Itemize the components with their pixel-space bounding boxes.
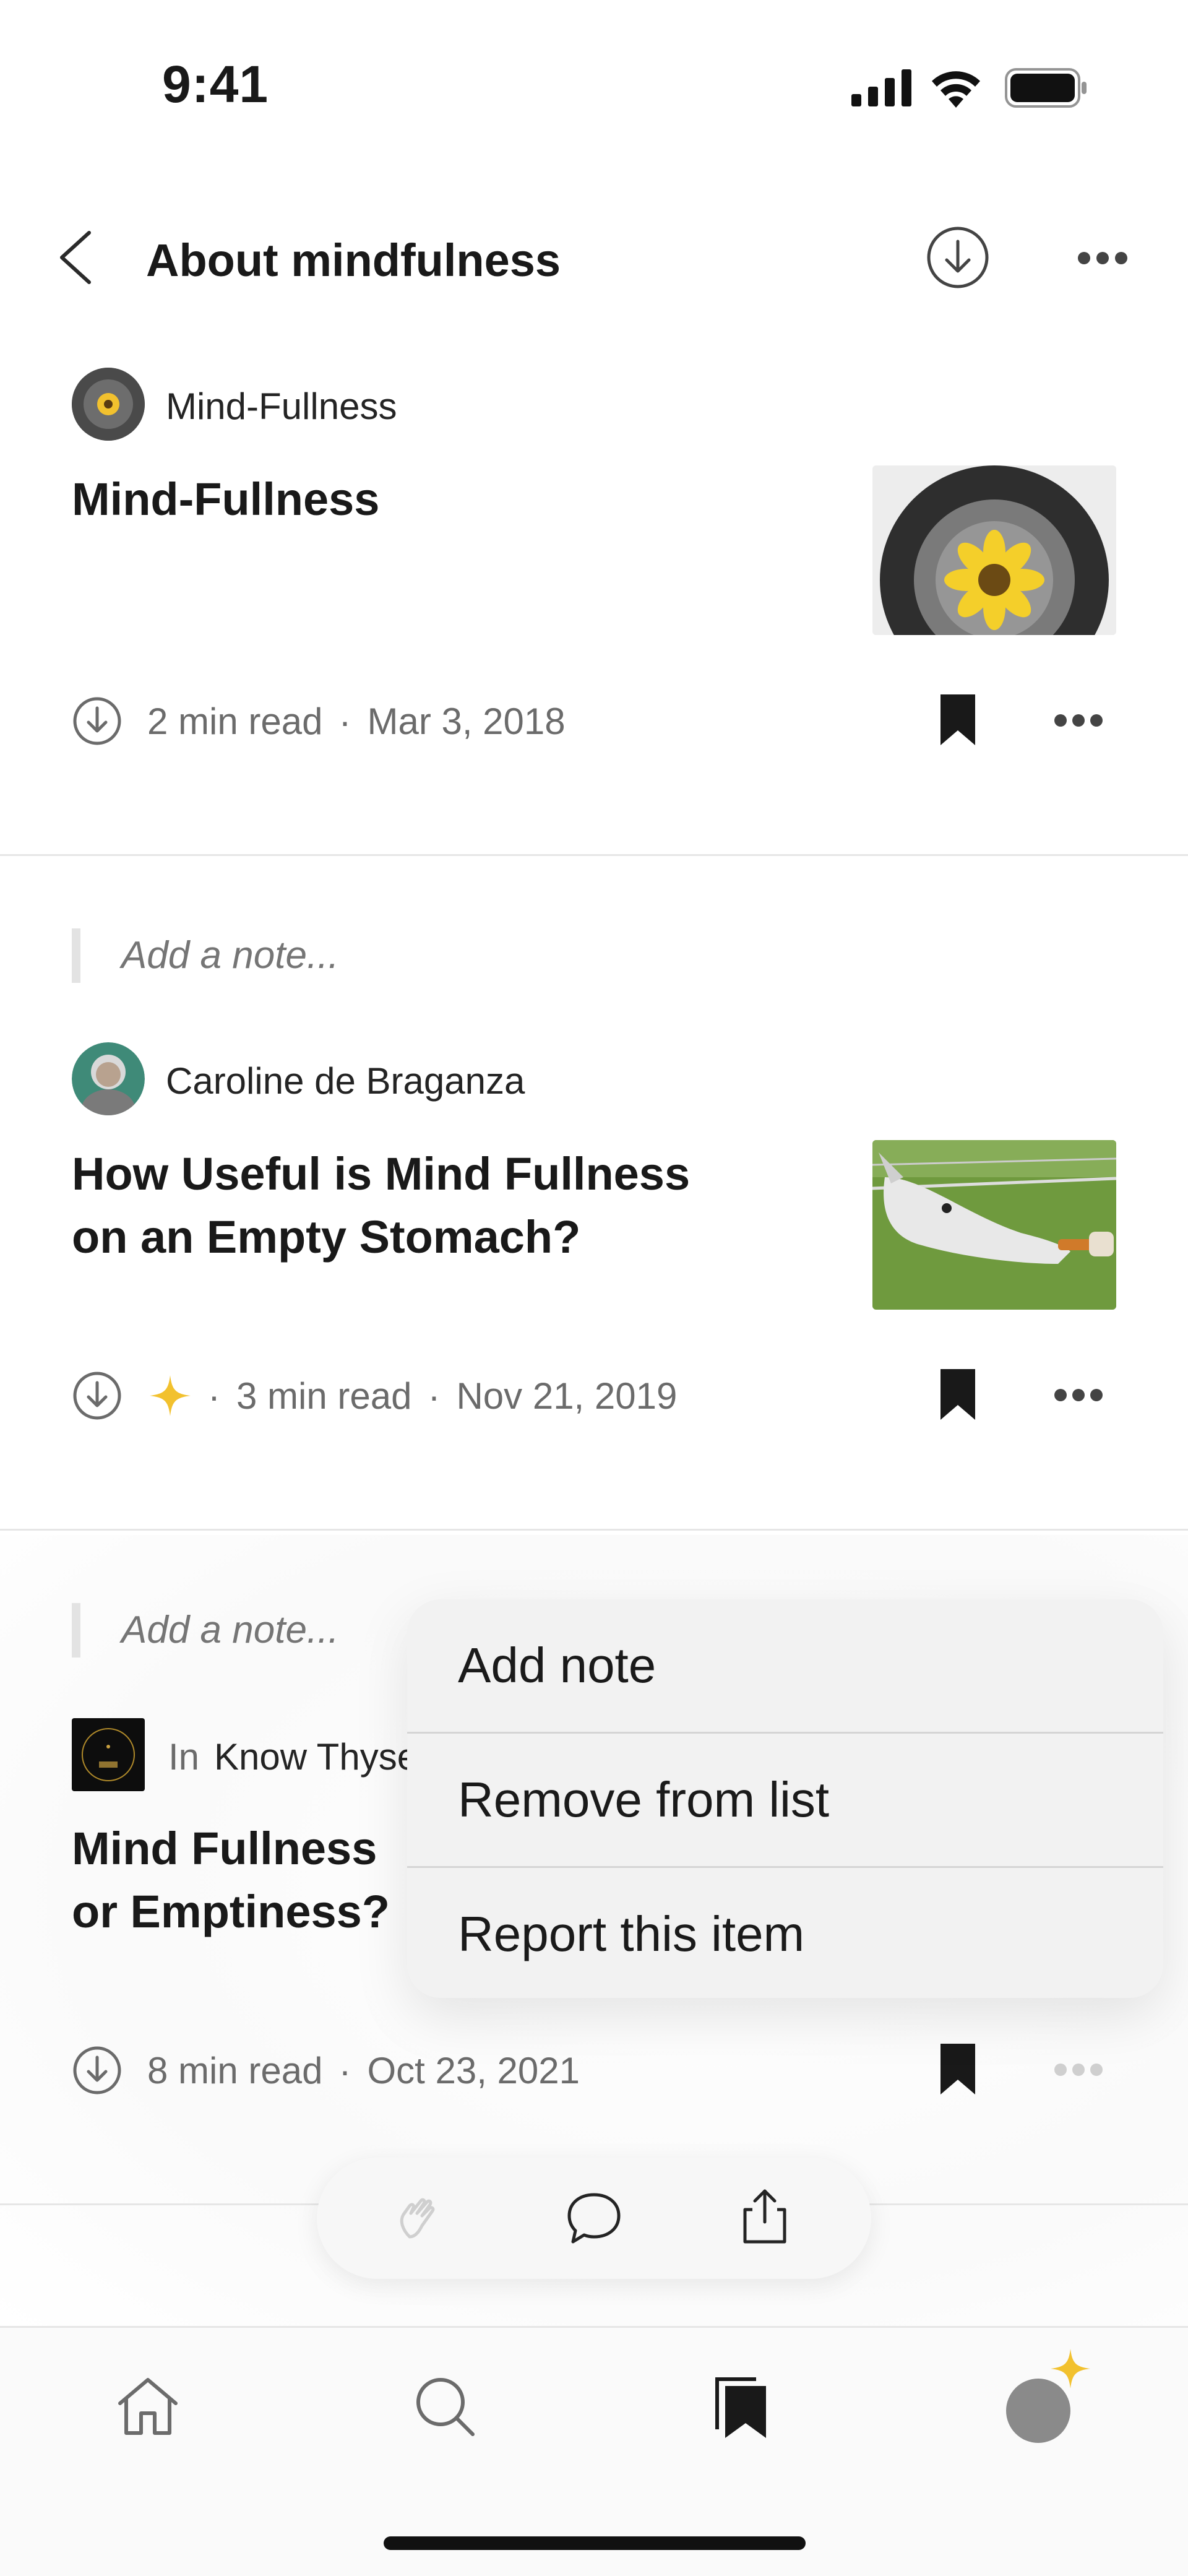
member-star-icon (1050, 2348, 1091, 2389)
menu-item-add-note[interactable]: Add note (407, 1599, 1163, 1732)
bookmark-filled-icon[interactable] (938, 692, 978, 748)
article-meta: · 3 min read · Nov 21, 2019 (72, 1370, 677, 1421)
search-icon[interactable] (411, 2372, 479, 2440)
publish-date: Nov 21, 2019 (456, 1375, 678, 1417)
separator-dot: · (208, 1375, 220, 1417)
clap-icon[interactable] (391, 2187, 453, 2249)
article-meta: 2 min read · Mar 3, 2018 (72, 696, 566, 746)
separator-dot: · (338, 2049, 351, 2091)
article-thumbnail[interactable] (872, 465, 1116, 635)
divider (0, 1529, 1188, 1531)
status-time: 9:41 (162, 55, 269, 113)
download-icon[interactable] (72, 696, 123, 746)
article-thumbnail[interactable] (872, 1140, 1116, 1310)
more-options-icon[interactable] (1053, 712, 1104, 729)
article-title[interactable]: How Useful is Mind Fullness on an Empty … (72, 1143, 759, 1269)
more-options-icon[interactable] (1077, 249, 1129, 267)
in-label: In (168, 1736, 200, 1778)
comment-icon[interactable] (563, 2187, 625, 2249)
menu-item-remove-from-list[interactable]: Remove from list (407, 1734, 1163, 1866)
more-options-icon[interactable] (1053, 2061, 1104, 2078)
page-title: About mindfulness (146, 235, 561, 286)
author-name[interactable]: Mind-Fullness (166, 385, 397, 428)
read-time: 3 min read (236, 1375, 412, 1417)
publication-avatar[interactable] (72, 1718, 145, 1791)
menu-item-report[interactable]: Report this item (407, 1868, 1163, 1998)
read-time: 2 min read (147, 700, 323, 742)
share-icon[interactable] (734, 2185, 796, 2247)
author-avatar[interactable] (72, 1042, 145, 1115)
separator-dot: · (428, 1375, 441, 1417)
battery-icon (1005, 68, 1087, 108)
bookmark-filled-icon[interactable] (938, 1367, 978, 1422)
wifi-icon (932, 71, 980, 108)
publish-date: Oct 23, 2021 (367, 2049, 580, 2091)
article-meta: 8 min read · Oct 23, 2021 (72, 2045, 580, 2096)
download-icon[interactable] (72, 2045, 123, 2096)
more-options-icon[interactable] (1053, 1386, 1104, 1404)
back-icon[interactable] (54, 229, 97, 286)
article-title[interactable]: Mind Fullness or Emptiness? (72, 1817, 418, 1943)
signal-icon (851, 69, 911, 106)
author-avatar[interactable] (72, 368, 145, 441)
home-indicator (384, 2536, 806, 2550)
author-name[interactable]: Caroline de Braganza (166, 1060, 525, 1102)
floating-action-bar (317, 2158, 871, 2279)
separator-dot: · (338, 700, 351, 742)
download-icon[interactable] (72, 1370, 123, 1421)
read-time: 8 min read (147, 2049, 323, 2091)
library-icon[interactable] (707, 2372, 775, 2440)
article-title[interactable]: Mind-Fullness (72, 468, 752, 531)
download-icon[interactable] (926, 225, 990, 290)
publication-name[interactable]: Know Thyse (214, 1735, 418, 1778)
note-accent-bar (72, 928, 80, 983)
add-note-field[interactable]: Add a note... (121, 1608, 339, 1652)
context-menu: Add note Remove from list Report this it… (407, 1599, 1163, 1998)
bookmark-filled-icon[interactable] (938, 2041, 978, 2097)
publish-date: Mar 3, 2018 (367, 700, 566, 742)
add-note-field[interactable]: Add a note... (121, 933, 339, 977)
divider (0, 854, 1188, 856)
note-accent-bar (72, 1603, 80, 1658)
member-star-icon (150, 1375, 191, 1416)
home-icon[interactable] (114, 2372, 182, 2440)
